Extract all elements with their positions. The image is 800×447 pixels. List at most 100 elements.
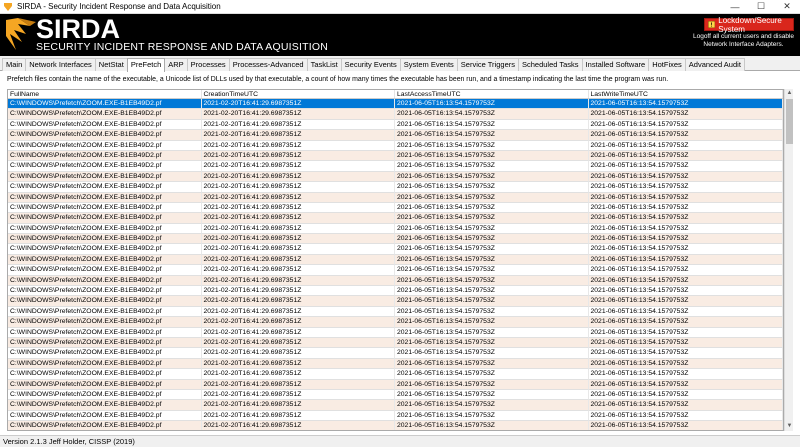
table-cell: C:\WINDOWS\Prefetch\ZOOM.EXE-B1EB49D2.pf: [8, 182, 202, 193]
table-row[interactable]: C:\WINDOWS\Prefetch\ZOOM.EXE-B1EB49D2.pf…: [8, 286, 783, 297]
table-row[interactable]: C:\WINDOWS\Prefetch\ZOOM.EXE-B1EB49D2.pf…: [8, 421, 783, 430]
table-row[interactable]: C:\WINDOWS\Prefetch\ZOOM.EXE-B1EB49D2.pf…: [8, 109, 783, 120]
table-row[interactable]: C:\WINDOWS\Prefetch\ZOOM.EXE-B1EB49D2.pf…: [8, 234, 783, 245]
table-cell: 2021-02-20T16:41:29.6987351Z: [201, 317, 395, 328]
tab-arp[interactable]: ARP: [164, 58, 188, 71]
tab-main[interactable]: Main: [2, 58, 27, 71]
minimize-button[interactable]: —: [722, 0, 748, 14]
table-row[interactable]: C:\WINDOWS\Prefetch\ZOOM.EXE-B1EB49D2.pf…: [8, 358, 783, 370]
table-cell: 2021-06-05T16:13:54.1579753Z: [588, 327, 783, 338]
table-cell: 2021-06-05T16:13:54.1579753Z: [588, 202, 783, 214]
table-row[interactable]: C:\WINDOWS\Prefetch\ZOOM.EXE-B1EB49D2.pf…: [8, 410, 783, 422]
table-cell: 2021-02-20T16:41:29.6987351Z: [201, 192, 395, 203]
scroll-thumb[interactable]: [786, 99, 793, 144]
sirda-logo-icon: [6, 18, 36, 50]
tab-scheduled-tasks[interactable]: Scheduled Tasks: [517, 58, 583, 71]
column-header-creationtime[interactable]: CreationTimeUTC: [202, 90, 395, 98]
tab-network-interfaces[interactable]: Network Interfaces: [25, 58, 96, 71]
table-row[interactable]: C:\WINDOWS\Prefetch\ZOOM.EXE-B1EB49D2.pf…: [8, 130, 783, 141]
table-row[interactable]: C:\WINDOWS\Prefetch\ZOOM.EXE-B1EB49D2.pf…: [8, 140, 783, 151]
table-cell: 2021-06-05T16:13:54.1579753Z: [588, 223, 783, 235]
scroll-down-arrow-icon[interactable]: ▼: [785, 422, 794, 431]
table-row[interactable]: C:\WINDOWS\Prefetch\ZOOM.EXE-B1EB49D2.pf…: [8, 369, 783, 380]
title-bar: SIRDA - Security Incident Response and D…: [0, 0, 800, 14]
table-cell: 2021-02-20T16:41:29.6987351Z: [201, 410, 395, 422]
table-cell: 2021-06-05T16:13:54.1579753Z: [588, 130, 783, 141]
tab-strip: Main Network Interfaces NetStat PreFetch ARP…: [0, 58, 800, 72]
table-row[interactable]: C:\WINDOWS\Prefetch\ZOOM.EXE-B1EB49D2.pf…: [8, 254, 783, 266]
table-cell: 2021-06-05T16:13:54.1579753Z: [588, 265, 783, 276]
table-row[interactable]: C:\WINDOWS\Prefetch\ZOOM.EXE-B1EB49D2.pf…: [8, 327, 783, 338]
table-row[interactable]: C:\WINDOWS\Prefetch\ZOOM.EXE-B1EB49D2.pf…: [8, 317, 783, 328]
tab-processes-advanced[interactable]: Processes-Advanced: [228, 58, 308, 71]
table-row[interactable]: C:\WINDOWS\Prefetch\ZOOM.EXE-B1EB49D2.pf…: [8, 400, 783, 411]
tab-netstat[interactable]: NetStat: [94, 58, 128, 71]
warning-icon: !: [708, 21, 716, 29]
table-cell: C:\WINDOWS\Prefetch\ZOOM.EXE-B1EB49D2.pf: [8, 358, 202, 370]
tab-security-events[interactable]: Security Events: [340, 58, 401, 71]
table-cell: C:\WINDOWS\Prefetch\ZOOM.EXE-B1EB49D2.pf: [8, 99, 202, 110]
table-cell: 2021-02-20T16:41:29.6987351Z: [201, 286, 395, 297]
table-row[interactable]: C:\WINDOWS\Prefetch\ZOOM.EXE-B1EB49D2.pf…: [8, 306, 783, 318]
maximize-button[interactable]: ☐: [748, 0, 774, 14]
table-row[interactable]: C:\WINDOWS\Prefetch\ZOOM.EXE-B1EB49D2.pf…: [8, 202, 783, 214]
vertical-scrollbar[interactable]: ▲ ▼: [784, 89, 793, 431]
table-cell: 2021-02-20T16:41:29.6987351Z: [201, 296, 395, 307]
column-header-fullname[interactable]: FullName: [8, 90, 202, 98]
table-row[interactable]: C:\WINDOWS\Prefetch\ZOOM.EXE-B1EB49D2.pf…: [8, 348, 783, 359]
table-row[interactable]: C:\WINDOWS\Prefetch\ZOOM.EXE-B1EB49D2.pf…: [8, 150, 783, 162]
table-row[interactable]: C:\WINDOWS\Prefetch\ZOOM.EXE-B1EB49D2.pf…: [8, 389, 783, 401]
table-cell: 2021-02-20T16:41:29.6987351Z: [201, 161, 395, 172]
table-row[interactable]: C:\WINDOWS\Prefetch\ZOOM.EXE-B1EB49D2.pf…: [8, 119, 783, 131]
table-cell: 2021-06-05T16:13:54.1579753Z: [588, 379, 783, 390]
table-row[interactable]: C:\WINDOWS\Prefetch\ZOOM.EXE-B1EB49D2.pf…: [8, 275, 783, 287]
table-cell: C:\WINDOWS\Prefetch\ZOOM.EXE-B1EB49D2.pf: [8, 410, 202, 422]
table-cell: 2021-06-05T16:13:54.1579753Z: [588, 296, 783, 307]
table-cell: 2021-06-05T16:13:54.1579753Z: [588, 337, 783, 349]
table-cell: 2021-06-05T16:13:54.1579753Z: [588, 244, 783, 255]
table-cell: 2021-02-20T16:41:29.6987351Z: [201, 337, 395, 349]
table-cell: 2021-06-05T16:13:54.1579753Z: [588, 182, 783, 193]
table-row[interactable]: C:\WINDOWS\Prefetch\ZOOM.EXE-B1EB49D2.pf…: [8, 192, 783, 203]
table-row[interactable]: C:\WINDOWS\Prefetch\ZOOM.EXE-B1EB49D2.pf…: [8, 337, 783, 349]
table-row[interactable]: C:\WINDOWS\Prefetch\ZOOM.EXE-B1EB49D2.pf…: [8, 213, 783, 224]
lockdown-button[interactable]: ! Lockdown/Secure System: [704, 16, 794, 34]
header-banner: SIRDA SECURITY INCIDENT RESPONSE AND DAT…: [0, 14, 800, 56]
table-cell: 2021-06-05T16:13:54.1579753Z: [395, 182, 589, 193]
tab-prefetch[interactable]: PreFetch: [126, 58, 166, 72]
grid-header: FullName CreationTimeUTC LastAccessTimeU…: [8, 90, 783, 99]
prefetch-grid[interactable]: FullName CreationTimeUTC LastAccessTimeU…: [7, 89, 784, 431]
tab-hotfixes[interactable]: HotFixes: [648, 58, 686, 71]
table-cell: C:\WINDOWS\Prefetch\ZOOM.EXE-B1EB49D2.pf: [8, 265, 202, 276]
tab-advanced-audit[interactable]: Advanced Audit: [684, 58, 745, 71]
table-cell: C:\WINDOWS\Prefetch\ZOOM.EXE-B1EB49D2.pf: [8, 150, 202, 162]
table-cell: 2021-06-05T16:13:54.1579753Z: [395, 161, 589, 172]
column-header-lastaccesstime[interactable]: LastAccessTimeUTC: [395, 90, 589, 98]
table-row[interactable]: C:\WINDOWS\Prefetch\ZOOM.EXE-B1EB49D2.pf…: [8, 244, 783, 255]
table-cell: 2021-02-20T16:41:29.6987351Z: [201, 130, 395, 141]
table-cell: C:\WINDOWS\Prefetch\ZOOM.EXE-B1EB49D2.pf: [8, 244, 202, 255]
tab-processes[interactable]: Processes: [186, 58, 230, 71]
scroll-up-arrow-icon[interactable]: ▲: [785, 89, 794, 98]
table-cell: 2021-06-05T16:13:54.1579753Z: [395, 192, 589, 203]
table-row[interactable]: C:\WINDOWS\Prefetch\ZOOM.EXE-B1EB49D2.pf…: [8, 379, 783, 390]
table-row[interactable]: C:\WINDOWS\Prefetch\ZOOM.EXE-B1EB49D2.pf…: [8, 182, 783, 193]
table-row[interactable]: C:\WINDOWS\Prefetch\ZOOM.EXE-B1EB49D2.pf…: [8, 265, 783, 276]
table-row[interactable]: C:\WINDOWS\Prefetch\ZOOM.EXE-B1EB49D2.pf…: [8, 223, 783, 235]
column-header-lastwritetime[interactable]: LastWriteTimeUTC: [589, 90, 783, 98]
table-cell: C:\WINDOWS\Prefetch\ZOOM.EXE-B1EB49D2.pf: [8, 348, 202, 359]
table-cell: 2021-06-05T16:13:54.1579753Z: [588, 161, 783, 172]
table-cell: 2021-06-05T16:13:54.1579753Z: [588, 150, 783, 162]
close-button[interactable]: ✕: [774, 0, 800, 14]
tab-tasklist[interactable]: TaskList: [306, 58, 342, 71]
tab-installed-software[interactable]: Installed Software: [581, 58, 650, 71]
table-row[interactable]: C:\WINDOWS\Prefetch\ZOOM.EXE-B1EB49D2.pf…: [8, 161, 783, 172]
tab-system-events[interactable]: System Events: [399, 58, 458, 71]
table-row[interactable]: C:\WINDOWS\Prefetch\ZOOM.EXE-B1EB49D2.pf…: [8, 171, 783, 183]
table-cell: 2021-06-05T16:13:54.1579753Z: [395, 306, 589, 318]
table-row[interactable]: C:\WINDOWS\Prefetch\ZOOM.EXE-B1EB49D2.pf…: [8, 99, 783, 110]
table-cell: 2021-06-05T16:13:54.1579753Z: [395, 171, 589, 183]
table-cell: C:\WINDOWS\Prefetch\ZOOM.EXE-B1EB49D2.pf: [8, 306, 202, 318]
tab-service-triggers[interactable]: Service Triggers: [456, 58, 519, 71]
table-row[interactable]: C:\WINDOWS\Prefetch\ZOOM.EXE-B1EB49D2.pf…: [8, 296, 783, 307]
